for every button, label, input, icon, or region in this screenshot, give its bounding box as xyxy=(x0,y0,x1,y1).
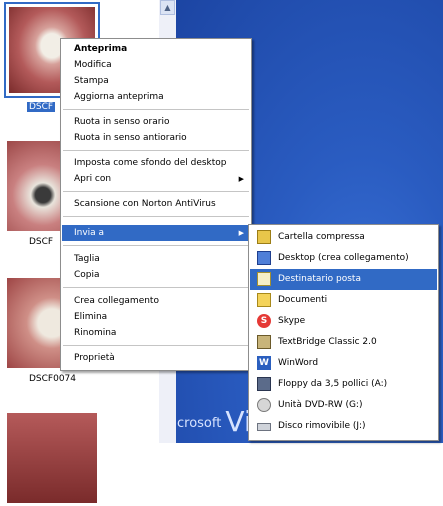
submenu-item-destinatario-posta[interactable]: Destinatario posta xyxy=(250,269,437,290)
desktop-logo: crosoft Vi xyxy=(177,405,252,438)
submenu-item-documenti[interactable]: Documenti xyxy=(250,290,437,311)
submenu-item-floppy[interactable]: Floppy da 3,5 pollici (A:) xyxy=(250,374,437,395)
menu-separator xyxy=(63,287,249,288)
menu-item-imposta-sfondo[interactable]: Imposta come sfondo del desktop xyxy=(62,155,250,171)
desktop-icon xyxy=(257,251,271,265)
thumbnail-caption[interactable]: DSCF0074 xyxy=(27,374,78,384)
textbridge-icon xyxy=(257,335,271,349)
menu-separator xyxy=(63,109,249,110)
menu-item-taglia[interactable]: Taglia xyxy=(62,251,250,267)
winword-icon: W xyxy=(257,356,271,370)
menu-separator xyxy=(63,150,249,151)
thumbnail-caption[interactable]: DSCF xyxy=(27,237,55,247)
documents-folder-icon xyxy=(257,293,271,307)
menu-item-stampa[interactable]: Stampa xyxy=(62,73,250,89)
menu-item-elimina[interactable]: Elimina xyxy=(62,309,250,325)
submenu-arrow-icon: ▶ xyxy=(238,175,244,183)
menu-item-ruota-orario[interactable]: Ruota in senso orario xyxy=(62,114,250,130)
submenu-item-winword[interactable]: W WinWord xyxy=(250,353,437,374)
menu-item-ruota-antiorario[interactable]: Ruota in senso antiorario xyxy=(62,130,250,146)
menu-separator xyxy=(63,245,249,246)
submenu-item-cartella-compressa[interactable]: Cartella compressa xyxy=(250,227,437,248)
menu-item-modifica[interactable]: Modifica xyxy=(62,57,250,73)
submenu-item-disco-rimovibile[interactable]: Disco rimovibile (J:) xyxy=(250,416,437,437)
submenu-item-skype[interactable]: S Skype xyxy=(250,311,437,332)
menu-item-invia-a[interactable]: Invia a ▶ xyxy=(62,225,250,241)
skype-icon: S xyxy=(257,314,271,328)
menu-item-copia[interactable]: Copia xyxy=(62,267,250,283)
thumbnail-caption-selected[interactable]: DSCF xyxy=(27,102,56,112)
scroll-up-arrow-icon[interactable]: ▲ xyxy=(160,0,175,15)
floppy-icon xyxy=(257,377,271,391)
zip-folder-icon xyxy=(257,230,271,244)
menu-separator xyxy=(63,191,249,192)
menu-item-apri-con[interactable]: Apri con ▶ xyxy=(62,171,250,187)
menu-item-rinomina[interactable]: Rinomina xyxy=(62,325,250,341)
menu-item-proprieta[interactable]: Proprietà xyxy=(62,350,250,366)
submenu-item-dvd-rw[interactable]: Unità DVD-RW (G:) xyxy=(250,395,437,416)
mail-recipient-icon xyxy=(257,272,271,286)
submenu-item-desktop[interactable]: Desktop (crea collegamento) xyxy=(250,248,437,269)
removable-disk-icon xyxy=(257,423,271,431)
submenu-item-textbridge[interactable]: TextBridge Classic 2.0 xyxy=(250,332,437,353)
dvd-drive-icon xyxy=(257,398,271,412)
menu-item-aggiorna-anteprima[interactable]: Aggiorna anteprima xyxy=(62,89,250,105)
menu-item-norton-antivirus[interactable]: Scansione con Norton AntiVirus xyxy=(62,196,250,212)
thumbnail[interactable] xyxy=(4,410,100,506)
menu-separator xyxy=(63,345,249,346)
menu-item-anteprima[interactable]: Anteprima xyxy=(62,41,250,57)
submenu-arrow-icon: ▶ xyxy=(238,229,244,237)
send-to-submenu: Cartella compressa Desktop (crea collega… xyxy=(248,224,439,441)
context-menu: Anteprima Modifica Stampa Aggiorna antep… xyxy=(60,38,252,371)
menu-item-crea-collegamento[interactable]: Crea collegamento xyxy=(62,293,250,309)
menu-separator xyxy=(63,216,249,217)
